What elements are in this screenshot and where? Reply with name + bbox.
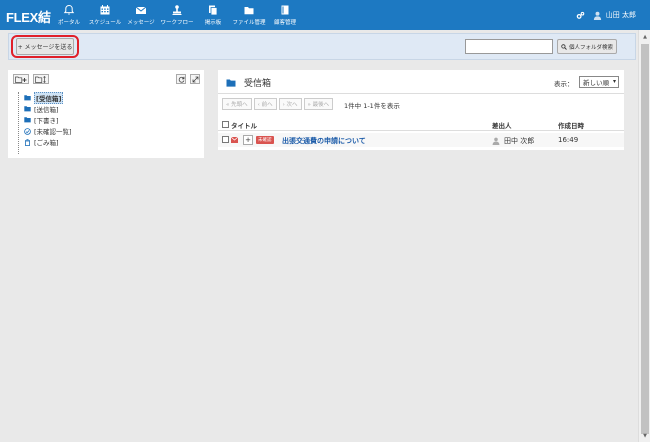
check-circle-icon — [24, 127, 31, 135]
folder-tree: [受信箱] [送信箱] [下書き] [未確認一覧] [ごみ箱] — [18, 91, 72, 154]
tree-item-unconfirmed[interactable]: [未確認一覧] — [18, 126, 72, 137]
search-button-label: 個人フォルダ検索 — [568, 44, 613, 51]
envelope-icon — [231, 137, 238, 143]
nav-label: 顧客管理 — [273, 20, 296, 26]
folder-icon — [226, 79, 236, 87]
row-checkbox[interactable] — [222, 136, 229, 143]
unread-badge: 未確認 — [256, 136, 274, 144]
nav-item-file[interactable]: ファイル管理 — [231, 0, 267, 30]
gears-icon[interactable] — [576, 11, 585, 20]
pager-next-button[interactable]: › 次へ — [278, 98, 302, 110]
pager-first-button[interactable]: « 先頭へ — [222, 98, 252, 110]
tree-item-label: [送信箱] — [34, 105, 59, 114]
message-title-link[interactable]: 出張交通費の申請について — [282, 136, 366, 146]
panel-header: 受信箱 表示： 新しい順 ▾ — [218, 70, 624, 94]
folder-icon — [24, 106, 31, 112]
nav-label: ワークフロー — [160, 20, 194, 26]
folder-tree-panel: [受信箱] [送信箱] [下書き] [未確認一覧] [ごみ箱] — [8, 70, 204, 158]
personal-folder-search-button[interactable]: 個人フォルダ検索 — [557, 39, 617, 54]
expand-button[interactable] — [190, 74, 200, 84]
nav-label: 掲示板 — [204, 20, 222, 26]
sort-select-value: 新しい順 — [583, 79, 609, 87]
calendar-icon — [100, 5, 110, 15]
sort-select[interactable]: 新しい順 ▾ — [579, 76, 619, 88]
page-info: 1件中 1-1件を表示 — [344, 102, 400, 110]
sender-cell: 田中 次郎 — [492, 136, 534, 146]
pager-prev-button[interactable]: ‹ 前へ — [253, 98, 277, 110]
nav-item-customer[interactable]: 顧客管理 — [267, 0, 303, 30]
column-header-sender[interactable]: 差出人 — [492, 120, 512, 130]
tree-item-label: [受信箱] — [34, 91, 64, 104]
scroll-down-arrow[interactable]: ▼ — [641, 432, 649, 440]
expand-icon — [192, 76, 198, 82]
folder-plus-icon — [15, 76, 27, 83]
add-folder-button[interactable] — [13, 74, 29, 84]
nav-item-schedule[interactable]: スケジュール — [87, 0, 123, 30]
header-divider — [218, 130, 624, 131]
main-nav: ポータル スケジュール メッセージ ワークフロー 掲示板 ファイル管理 顧客管理 — [51, 0, 303, 30]
tree-item-inbox[interactable]: [受信箱] — [18, 91, 72, 104]
expand-row-button[interactable]: + — [243, 135, 253, 145]
tree-item-drafts[interactable]: [下書き] — [18, 114, 72, 125]
column-header-date[interactable]: 作成日時 — [558, 120, 584, 130]
user-name: 山田 太郎 — [605, 11, 636, 19]
tree-item-sent[interactable]: [送信箱] — [18, 103, 72, 114]
send-message-button[interactable]: + メッセージを送る — [16, 38, 74, 55]
board-icon — [209, 5, 218, 16]
pager: « 先頭へ ‹ 前へ › 次へ » 最後へ — [222, 98, 334, 110]
scroll-up-arrow[interactable]: ▲ — [641, 33, 649, 41]
table-row[interactable]: + 未確認 出張交通費の申請について 田中 次郎 16:49 — [218, 133, 624, 147]
app-logo[interactable]: FLEX結 — [6, 7, 51, 26]
scrollbar-thumb[interactable] — [641, 44, 649, 434]
user-icon — [593, 11, 601, 20]
refresh-button[interactable] — [176, 74, 186, 84]
folder-icon — [24, 95, 31, 101]
book-icon — [281, 5, 289, 15]
tree-item-label: [未確認一覧] — [34, 128, 72, 137]
sort-folder-button[interactable] — [33, 74, 49, 84]
tree-item-trash[interactable]: [ごみ箱] — [18, 137, 72, 148]
nav-label: メッセージ — [127, 20, 155, 26]
envelope-icon — [135, 6, 147, 14]
nav-item-workflow[interactable]: ワークフロー — [159, 0, 195, 30]
refresh-icon — [178, 76, 184, 83]
nav-item-message[interactable]: メッセージ — [123, 0, 159, 30]
message-list-panel: 受信箱 表示： 新しい順 ▾ « 先頭へ ‹ 前へ › 次へ » 最後へ 1件中… — [218, 70, 624, 150]
panel-title-text: 受信箱 — [244, 79, 272, 89]
chevron-down-icon: ▾ — [612, 78, 616, 85]
tree-item-label: [下書き] — [34, 116, 59, 125]
bell-icon — [63, 4, 75, 15]
nav-item-board[interactable]: 掲示板 — [195, 0, 231, 30]
user-icon — [492, 137, 500, 145]
folder-icon — [244, 7, 254, 15]
select-all-checkbox[interactable] — [222, 121, 229, 128]
vertical-scrollbar[interactable]: ▲ ▼ — [638, 30, 650, 442]
folder-sort-icon — [35, 75, 46, 83]
toolbar: + メッセージを送る 個人フォルダ検索 — [8, 33, 636, 60]
nav-item-portal[interactable]: ポータル — [51, 0, 87, 30]
pager-last-button[interactable]: » 最後へ — [303, 98, 334, 110]
user-menu[interactable]: 山田 太郎 — [593, 10, 636, 20]
nav-label: ファイル管理 — [232, 20, 266, 26]
folder-icon — [24, 117, 31, 123]
created-time: 16:49 — [558, 136, 579, 144]
nav-label: スケジュール — [88, 20, 122, 26]
top-header: FLEX結 ポータル スケジュール メッセージ ワークフロー 掲示板 ファイル管… — [0, 0, 650, 30]
panel-title: 受信箱 — [226, 76, 271, 89]
header-right: 山田 太郎 — [576, 0, 636, 30]
stamp-icon — [172, 5, 182, 15]
tree-item-label: [ごみ箱] — [34, 139, 59, 148]
nav-label: ポータル — [57, 20, 80, 26]
search-input[interactable] — [465, 39, 553, 54]
search-icon — [561, 43, 567, 50]
column-header-title[interactable]: タイトル — [231, 120, 257, 130]
sender-name: 田中 次郎 — [504, 137, 535, 145]
trash-icon — [25, 139, 30, 146]
display-label: 表示： — [554, 80, 574, 88]
